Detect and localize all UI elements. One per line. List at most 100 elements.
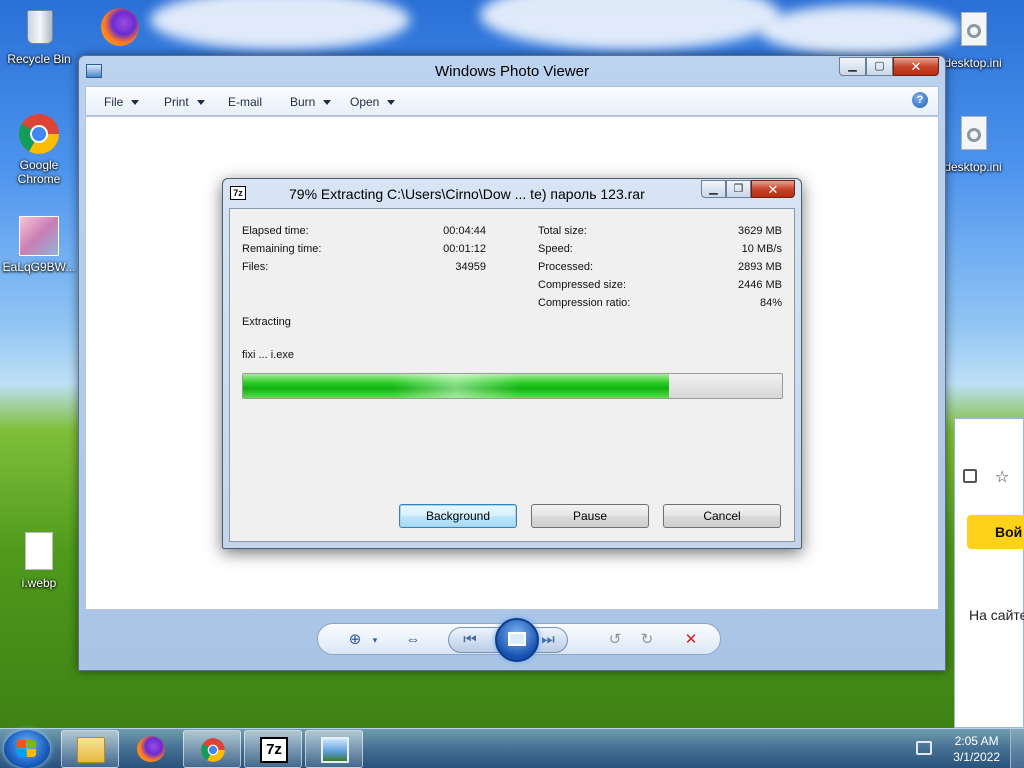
file-icon — [17, 530, 61, 574]
extract-progress-dialog: 7z 79% Extracting C:\Users\Cirno\Dow ...… — [222, 178, 802, 549]
desktop-icon-label: EaLqG9BW... — [2, 260, 76, 274]
chevron-down-icon — [131, 100, 140, 106]
desktop-icon-label: i.webp — [21, 576, 57, 590]
start-button[interactable] — [4, 730, 50, 768]
minimize-button[interactable]: ▁ — [839, 57, 866, 76]
next-button[interactable]: ⏭ — [537, 630, 559, 650]
taskbar-explorer[interactable] — [61, 730, 119, 768]
desktop-icon-label: Recycle Bin — [7, 52, 71, 66]
files-value: 34959 — [455, 261, 486, 273]
desktop-icon-label: desktop.ini — [944, 56, 1002, 70]
rotate-left-icon[interactable]: ↺ — [604, 630, 626, 650]
taskbar: 7z 2:05 AM 3/1/2022 — [0, 728, 1024, 768]
wallpaper-cloud — [480, 0, 780, 50]
chevron-down-icon — [196, 100, 205, 106]
wallpaper-cloud — [760, 5, 960, 55]
rotate-right-icon[interactable]: ↻ — [636, 630, 658, 650]
settings-file-icon — [951, 114, 995, 158]
desktop-icon-desktop-ini[interactable]: desktop.ini — [936, 114, 1010, 174]
remaining-time-value: 00:01:12 — [443, 243, 486, 255]
extraction-progress-bar — [242, 373, 783, 399]
compressed-size-label: Compressed size: — [538, 279, 627, 291]
taskbar-clock[interactable]: 2:05 AM 3/1/2022 — [953, 733, 1000, 765]
speed-value: 10 MB/s — [741, 243, 782, 255]
chrome-icon — [201, 738, 225, 762]
elapsed-time-value: 00:04:44 — [443, 225, 486, 237]
speed-label: Speed: — [538, 243, 573, 255]
dialog-titlebar[interactable]: 7z 79% Extracting C:\Users\Cirno\Dow ...… — [223, 179, 801, 208]
share-icon — [963, 469, 977, 483]
photo-viewer-icon — [321, 737, 349, 763]
cancel-button[interactable]: Cancel — [663, 504, 781, 528]
chevron-down-icon — [323, 100, 332, 106]
slideshow-button[interactable] — [495, 618, 539, 662]
restore-button[interactable]: ❐ — [726, 180, 751, 198]
clock-date: 3/1/2022 — [953, 750, 1000, 764]
compression-ratio-value: 84% — [759, 297, 782, 309]
star-icon: ☆ — [995, 469, 1010, 486]
photo-viewer-menubar: File Print E-mail Burn Open ? — [85, 86, 939, 116]
previous-button[interactable]: ⏮ — [459, 630, 481, 650]
zoom-icon[interactable]: ⊕ — [344, 630, 366, 650]
total-size-label: Total size: — [538, 225, 587, 237]
processed-value: 2893 MB — [737, 261, 782, 273]
background-button[interactable]: Background — [399, 504, 517, 528]
menu-file[interactable]: File — [104, 95, 140, 109]
show-desktop-button[interactable] — [1010, 729, 1024, 768]
7zip-icon: 7z — [260, 737, 288, 763]
desktop-icon-label: Google Chrome — [17, 158, 61, 186]
chevron-down-icon — [387, 100, 396, 106]
windows-logo-icon — [17, 740, 37, 758]
bg-window-text: На сайте — [969, 607, 1024, 623]
background-browser-window: ☆ Вой На сайте — [954, 418, 1024, 728]
taskbar-chrome[interactable] — [183, 730, 241, 768]
firefox-icon — [137, 736, 165, 762]
close-button[interactable]: ✕ — [751, 180, 795, 198]
menu-open[interactable]: Open — [350, 95, 396, 109]
desktop-icon-desktop-ini[interactable]: desktop.ini — [936, 10, 1010, 70]
actual-size-icon[interactable]: ⇔ — [402, 630, 424, 650]
image-file-icon — [17, 214, 61, 258]
taskbar-7zip[interactable]: 7z — [244, 730, 302, 768]
menu-email[interactable]: E-mail — [228, 95, 262, 109]
firefox-icon — [95, 6, 139, 50]
remaining-time-label: Remaining time: — [242, 243, 322, 255]
clock-time: 2:05 AM — [954, 734, 999, 748]
compressed-size-value: 2446 MB — [737, 279, 782, 291]
files-label: Files: — [242, 261, 269, 273]
processed-label: Processed: — [538, 261, 594, 273]
photo-viewer-titlebar[interactable]: Windows Photo Viewer ▁ ▢ ✕ — [79, 56, 945, 86]
dialog-title: 79% Extracting C:\Users\Cirno\Dow ... te… — [289, 186, 645, 202]
taskbar-photo-viewer[interactable] — [305, 730, 363, 768]
folder-icon — [77, 737, 105, 763]
menu-burn[interactable]: Burn — [290, 95, 332, 109]
pause-button[interactable]: Pause — [531, 504, 649, 528]
desktop-icon-image-file[interactable]: EaLqG9BW... — [2, 214, 76, 274]
help-icon[interactable]: ? — [912, 92, 928, 108]
taskbar-firefox[interactable] — [122, 730, 180, 768]
wallpaper-cloud — [150, 0, 410, 50]
minimize-button[interactable]: ▁ — [701, 180, 726, 198]
maximize-button[interactable]: ▢ — [866, 57, 893, 76]
slideshow-icon — [508, 632, 526, 646]
bg-login-button[interactable]: Вой — [967, 515, 1024, 549]
desktop-icon-firefox[interactable] — [80, 6, 154, 52]
window-title: Windows Photo Viewer — [435, 63, 589, 80]
desktop-icon-webp-file[interactable]: i.webp — [2, 530, 76, 590]
desktop-icon-recycle-bin[interactable]: Recycle Bin — [2, 6, 76, 66]
elapsed-time-label: Elapsed time: — [242, 225, 309, 237]
settings-file-icon — [951, 10, 995, 54]
desktop-icon-label: desktop.ini — [944, 160, 1002, 174]
progress-fill — [243, 374, 669, 398]
operation-label: Extracting — [242, 316, 291, 328]
recycle-bin-icon — [17, 6, 61, 50]
photo-viewer-controls: ⊕ ▾ ⇔ ⏮ ⏭ ↺ ↻ ✕ — [85, 610, 939, 666]
menu-print[interactable]: Print — [164, 95, 205, 109]
chevron-down-icon[interactable]: ▾ — [364, 630, 386, 650]
delete-icon[interactable]: ✕ — [680, 630, 702, 650]
dialog-body: Elapsed time: 00:04:44 Remaining time: 0… — [229, 208, 795, 542]
close-button[interactable]: ✕ — [893, 57, 939, 76]
desktop-icon-google-chrome[interactable]: Google Chrome — [2, 112, 76, 186]
current-file-label: fixi ... i.exe — [242, 349, 294, 361]
action-center-icon[interactable] — [916, 741, 932, 755]
